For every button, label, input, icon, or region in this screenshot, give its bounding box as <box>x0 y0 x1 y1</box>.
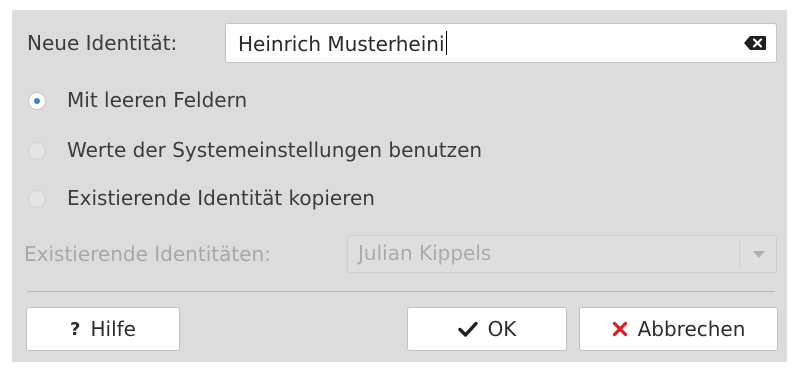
help-button[interactable]: ? Hilfe <box>26 307 180 351</box>
radio-empty-fields[interactable] <box>28 92 46 110</box>
backspace-clear-icon[interactable] <box>744 36 766 50</box>
ok-button[interactable]: OK <box>407 307 567 351</box>
cancel-button-label: Abbrechen <box>637 317 746 341</box>
chevron-down-icon <box>753 251 765 258</box>
help-button-label: Hilfe <box>90 317 136 341</box>
identity-name-value[interactable]: Heinrich Musterheini <box>238 31 447 56</box>
radio-copy-existing[interactable] <box>28 190 46 208</box>
combo-separator <box>739 240 740 268</box>
ok-button-label: OK <box>487 317 517 341</box>
cancel-button[interactable]: Abbrechen <box>579 307 778 351</box>
new-identity-dialog: Neue Identität: Heinrich Musterheini Mit… <box>12 10 787 362</box>
radio-system-settings[interactable] <box>28 142 46 160</box>
existing-identities-label: Existierende Identitäten: <box>24 242 271 266</box>
radio-empty-fields-label[interactable]: Mit leeren Feldern <box>67 88 247 112</box>
checkmark-icon <box>457 321 478 337</box>
radio-copy-existing-label[interactable]: Existierende Identität kopieren <box>67 186 375 210</box>
new-identity-label: Neue Identität: <box>27 31 178 55</box>
existing-identities-select: Julian Kippels <box>347 235 777 273</box>
identity-name-input[interactable]: Heinrich Musterheini <box>225 23 777 63</box>
existing-identities-value: Julian Kippels <box>358 241 492 265</box>
button-divider <box>27 291 775 292</box>
text-caret <box>445 31 447 55</box>
question-mark-icon: ? <box>70 318 81 340</box>
x-icon <box>612 321 628 337</box>
radio-system-settings-label[interactable]: Werte der Systemeinstellungen benutzen <box>67 138 482 162</box>
